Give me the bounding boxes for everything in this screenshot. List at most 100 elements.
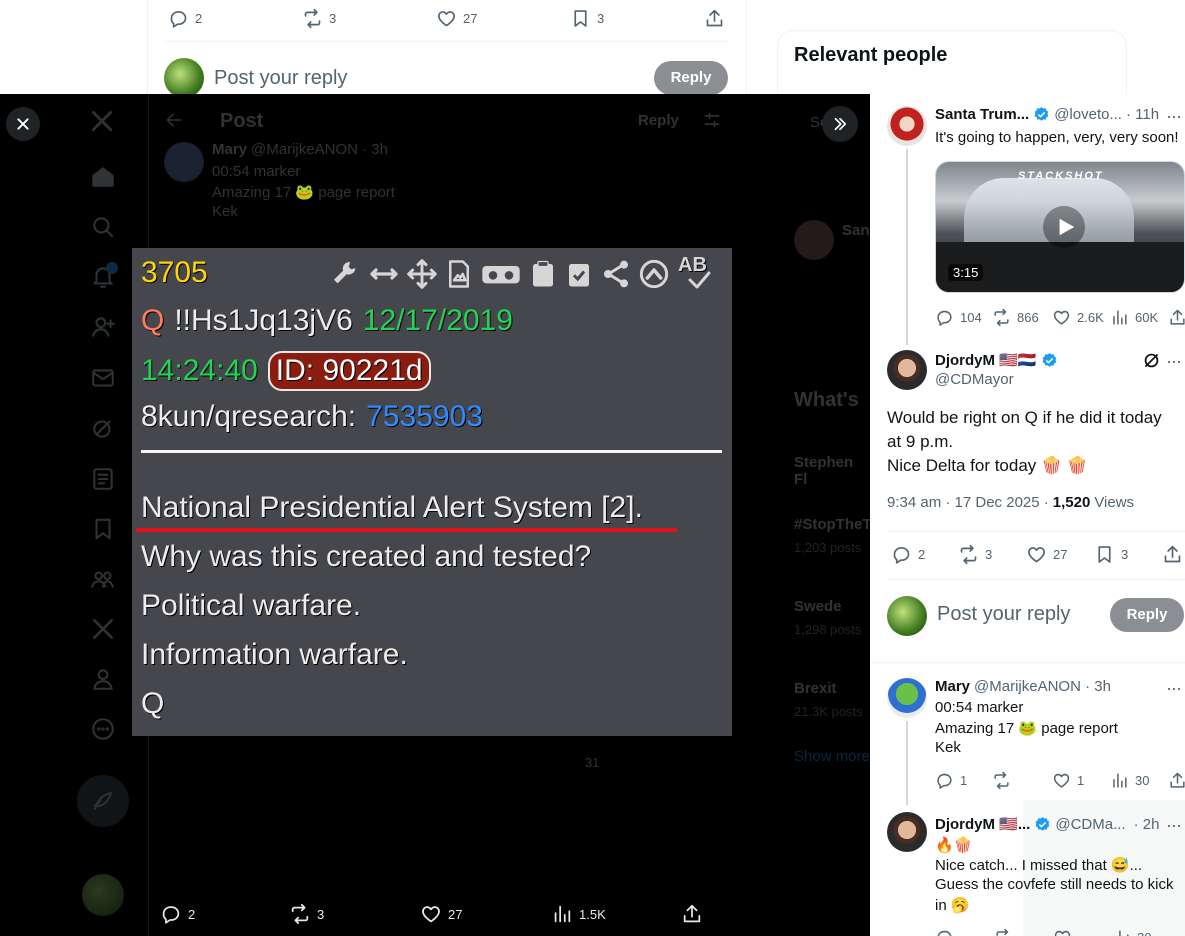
share-icon	[1170, 309, 1185, 325]
more-icon	[92, 718, 114, 740]
thread-line-2	[906, 721, 908, 805]
media-reply-action[interactable]: 2	[160, 903, 195, 925]
bg-reply-input[interactable]: Post your reply	[214, 67, 347, 90]
dim-header-title: Post	[220, 110, 264, 132]
img-toolbar: AB	[330, 254, 714, 292]
post1-name[interactable]: Santa Trum...	[935, 106, 1029, 123]
media-like-action[interactable]: 27	[420, 903, 462, 925]
post1-reply-action[interactable]: 104	[935, 308, 982, 327]
post1-video[interactable]: STACKSHOT 3:15	[935, 161, 1185, 293]
post1-like-action[interactable]: 2.6K	[1052, 308, 1104, 327]
expand-button[interactable]	[822, 106, 858, 142]
share-icon	[706, 9, 723, 27]
bg-bookmark-action[interactable]: 3	[570, 8, 604, 29]
comment2-handle[interactable]: @CDMa...	[1055, 816, 1125, 833]
views-icon	[554, 905, 571, 923]
arrows-horizontal-icon	[370, 268, 398, 280]
comment1-share-action[interactable]	[1168, 771, 1185, 790]
composer-input[interactable]: Post your reply	[937, 603, 1070, 626]
main-reply-action[interactable]: 2	[891, 544, 925, 565]
comment1-more-button[interactable]: ···	[1166, 678, 1182, 699]
main-timestamp[interactable]: 9:34 am · 17 Dec 2025 ·	[887, 494, 1049, 511]
comment2-avatar[interactable]	[887, 812, 927, 852]
post1-avatar[interactable]	[887, 106, 927, 146]
media-repost-action[interactable]: 3	[289, 903, 324, 925]
main-share-action[interactable]	[1162, 544, 1183, 565]
play-icon	[1059, 218, 1075, 236]
main-avatar[interactable]	[887, 350, 927, 390]
media-views-action[interactable]: 1.5K	[551, 903, 606, 925]
comment2-name[interactable]: DjordyM 🇺🇸...	[935, 815, 1030, 833]
main-header: DjordyM 🇺🇸🇳🇱	[935, 351, 1058, 369]
clipboard-check-icon	[569, 264, 589, 287]
comment1-views-action[interactable]: 30	[1110, 771, 1149, 790]
composer-reply-button[interactable]: Reply	[1110, 598, 1184, 632]
comment1-repost-action[interactable]	[992, 771, 1011, 790]
main-text-1: Would be right on Q if he did it today a…	[887, 408, 1162, 451]
bg-reply-button[interactable]: Reply	[654, 61, 728, 95]
comment1-handle[interactable]: @MarijkeANON · 3h	[974, 678, 1111, 695]
dim-trend-4: Brexit	[794, 680, 837, 697]
comment2-more-button[interactable]: ···	[1166, 815, 1182, 836]
main-name[interactable]: DjordyM 🇺🇸🇳🇱	[935, 351, 1037, 369]
dim-comment-avatar	[164, 142, 204, 182]
reply-icon	[170, 11, 187, 28]
comment1-line2: Amazing 17 🐸 page report	[935, 720, 1118, 737]
main-bookmark-action[interactable]: 3	[1094, 544, 1128, 565]
post1-repost-action[interactable]: 866	[992, 308, 1039, 327]
views-icon	[1115, 930, 1129, 936]
main-like-action[interactable]: 27	[1026, 544, 1067, 565]
comment2-line2: Nice catch... I missed that 😅...	[935, 857, 1143, 874]
comment2-actions[interactable]: 30	[935, 928, 1151, 936]
repost-icon	[994, 308, 1009, 327]
background-page: 2 3 27 3 Post your reply Reply Relevant …	[0, 0, 1185, 110]
like-icon	[1053, 310, 1070, 325]
bookmark-icon	[95, 518, 111, 540]
dim-trend-2-posts: 1,203 posts	[794, 540, 862, 555]
dim-trend-3-posts: 1,298 posts	[794, 622, 862, 637]
bg-share-action[interactable]	[704, 8, 725, 29]
bg-repost-action[interactable]: 3	[302, 8, 336, 29]
post1-more-button[interactable]: ···	[1166, 106, 1182, 127]
main-handle[interactable]: @CDMayor	[935, 371, 1014, 388]
composer-divider	[870, 662, 1185, 663]
reply-icon	[937, 310, 952, 326]
comment1-avatar[interactable]	[887, 678, 927, 718]
x-premium-icon	[93, 619, 113, 639]
dim-whats: What's	[794, 389, 859, 411]
comment1-name[interactable]: Mary	[935, 678, 970, 695]
img-id: ID: 90221d	[267, 351, 431, 391]
bg-reply-action[interactable]: 2	[168, 8, 202, 29]
bg-like-count: 27	[463, 11, 478, 26]
media-share-action[interactable]	[681, 903, 703, 925]
main-more-button[interactable]: ···	[1166, 351, 1182, 372]
post1-views-action[interactable]: 60K	[1110, 308, 1158, 327]
like-icon	[438, 11, 455, 27]
verified-icon	[1035, 816, 1050, 831]
img-text-line2: Why was this created and tested?	[141, 540, 592, 573]
img-date: 12/17/2019	[362, 304, 513, 337]
video-play-button[interactable]	[1043, 206, 1085, 248]
like-icon	[422, 906, 440, 923]
dim-comment-header: Mary @MarijkeANON · 3h	[212, 141, 388, 158]
share-icon	[683, 904, 701, 923]
comment1-like-action[interactable]: 1	[1052, 771, 1084, 790]
comment1-reply-action[interactable]: 1	[935, 771, 967, 790]
dim-trend-3: Swede	[794, 598, 842, 615]
comment1-like-count: 1	[1077, 773, 1085, 788]
main-reply-count: 2	[918, 547, 926, 562]
bookmark-icon	[574, 10, 587, 27]
grok-icon[interactable]	[1142, 351, 1161, 370]
post1-share-action[interactable]	[1168, 308, 1185, 327]
main-repost-action[interactable]: 3	[958, 544, 992, 565]
bg-like-action[interactable]: 27	[436, 8, 477, 29]
post1-handle[interactable]: @loveto...	[1054, 106, 1122, 123]
dim-reply-label: Reply	[638, 112, 679, 129]
nav-avatar	[82, 874, 124, 916]
media-image[interactable]: 3705 AB Q !!Hs1Jq13jV6 12/17/2019 14:24:…	[132, 248, 732, 736]
repost-icon	[960, 544, 977, 565]
like-icon	[1054, 930, 1071, 936]
img-q: Q	[141, 304, 165, 337]
image-file-icon	[449, 260, 469, 288]
close-button[interactable]	[6, 107, 40, 141]
